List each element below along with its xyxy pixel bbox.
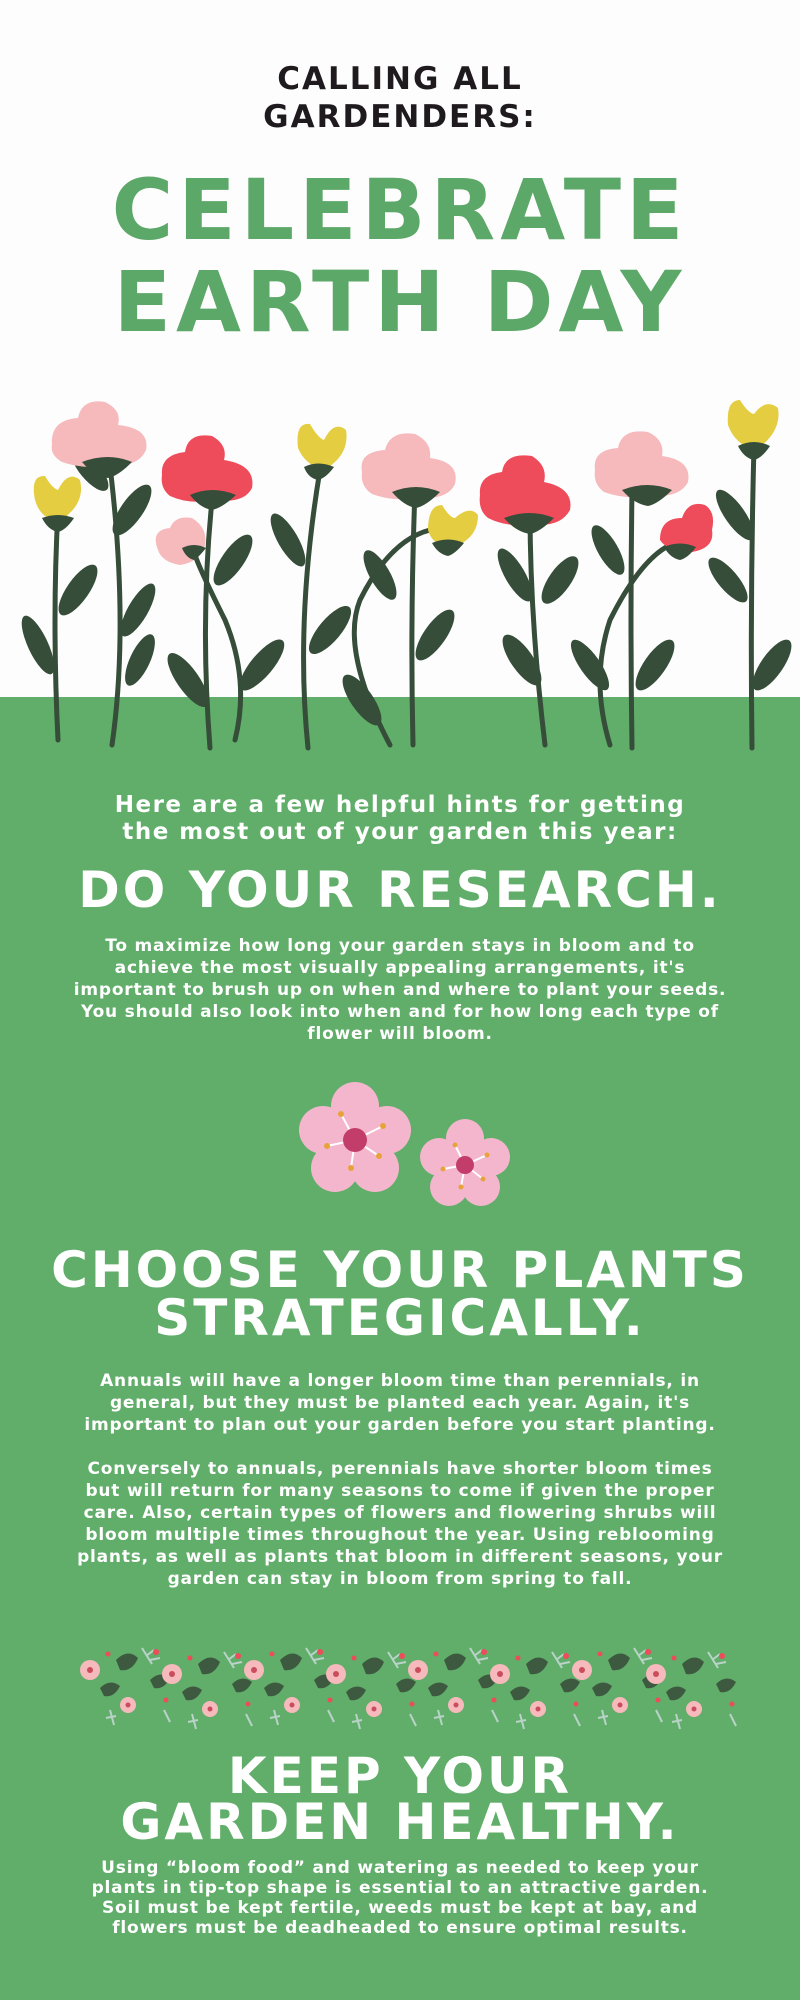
headline-line-1: CELEBRATE — [111, 161, 689, 259]
earth-day-infographic: CALLING ALL GARDENDERS: CELEBRATE EARTH … — [0, 0, 800, 2000]
kicker-line-2: GARDENDERS: — [263, 99, 537, 135]
intro-line-2: the most out of your garden this year: — [122, 819, 678, 845]
flower-illustration — [21, 400, 792, 751]
section-plants-title-line-2: STRATEGICALLY. — [154, 1289, 646, 1347]
headline-line-2: EARTH DAY — [113, 253, 687, 351]
section-plants-paragraph-1: Annuals will have a longer bloom time th… — [84, 1371, 716, 1435]
small-blossom-icon — [420, 1119, 510, 1206]
kicker-line-1: CALLING ALL — [277, 61, 523, 97]
section-plants-title-line-1: CHOOSE YOUR PLANTS — [51, 1241, 749, 1299]
blossom-icon — [299, 1082, 510, 1206]
section-research-title: DO YOUR RESEARCH. — [78, 861, 722, 919]
section-healthy-body: Using “bloom food” and watering as neede… — [70, 1858, 730, 1960]
section-plants-paragraph-2: Conversely to annuals, perennials have s… — [77, 1459, 723, 1589]
section-healthy-paragraph: Using “bloom food” and watering as neede… — [91, 1858, 709, 1938]
intro-line-1: Here are a few helpful hints for getting — [114, 792, 686, 818]
floral-border — [80, 1647, 737, 1730]
section-research-paragraph: To maximize how long your garden stays i… — [73, 936, 727, 1044]
section-plants-body: Annuals will have a longer bloom time th… — [70, 1370, 730, 1612]
large-blossom-icon — [299, 1082, 411, 1192]
section-healthy-title-line-2: GARDEN HEALTHY. — [120, 1793, 680, 1851]
section-research-body: To maximize how long your garden stays i… — [70, 935, 730, 1067]
